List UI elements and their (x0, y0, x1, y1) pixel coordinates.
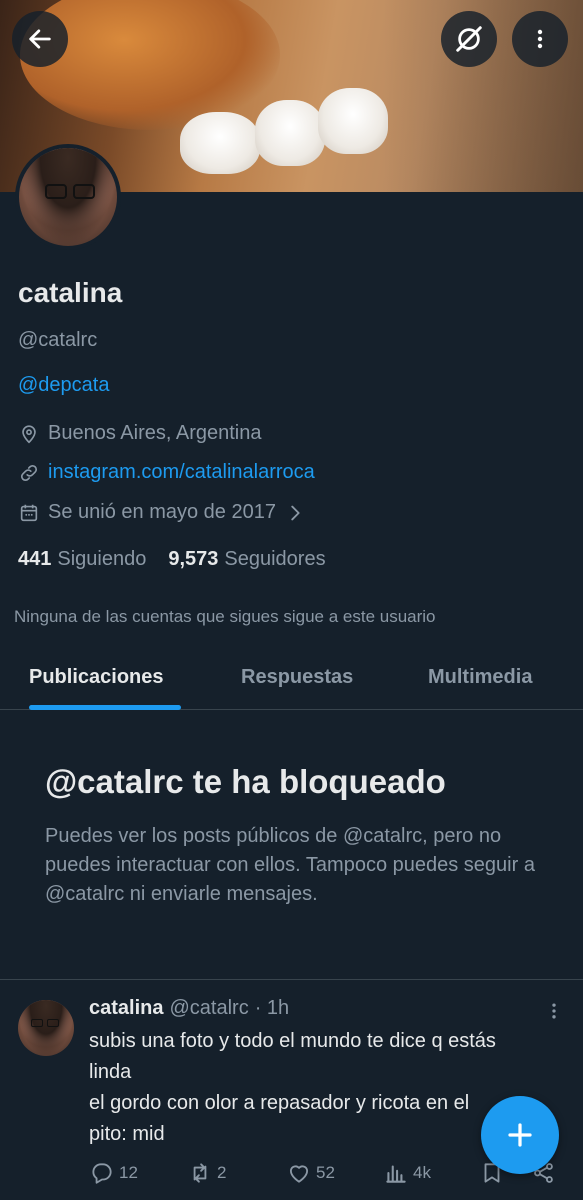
grok-button[interactable] (441, 11, 497, 67)
banner-cat-paw (255, 100, 325, 166)
followers-stat[interactable]: 9,573 Seguidores (168, 548, 325, 571)
post-author-name[interactable]: catalina (89, 997, 163, 1020)
repost-button[interactable]: 2 (187, 1160, 226, 1186)
followers-label: Seguidores (224, 548, 326, 570)
banner-cat-paw (318, 88, 388, 154)
post-more-button[interactable] (544, 1000, 564, 1027)
profile-handle: @catalrc (18, 329, 98, 351)
repost-icon (193, 1163, 207, 1183)
more-options-button[interactable] (512, 11, 568, 67)
reply-button[interactable]: 12 (89, 1160, 138, 1186)
views-button[interactable]: 4k (383, 1160, 431, 1186)
blocked-message: Puedes ver los posts públicos de @catalr… (45, 825, 535, 905)
following-label: Siguiendo (57, 548, 147, 570)
tab-multimedia[interactable]: Multimedia (428, 666, 532, 689)
reply-count: 12 (119, 1163, 138, 1182)
profile-name: catalina (18, 277, 123, 308)
profile-location: Buenos Aires, Argentina (18, 422, 261, 445)
profile-joined[interactable]: Se unió en mayo de 2017 (18, 501, 314, 524)
slash-circle-icon (456, 26, 482, 52)
vertical-dots-icon (552, 1003, 556, 1019)
reply-bubble-icon (92, 1163, 112, 1184)
follow-stats: 441 Siguiendo 9,573 Seguidores (18, 548, 326, 571)
back-button[interactable] (12, 11, 68, 67)
followers-count: 9,573 (168, 548, 219, 570)
like-count: 52 (316, 1163, 335, 1182)
website-link[interactable]: instagram.com/catalinalarroca (48, 461, 315, 484)
avatar-glasses (45, 184, 99, 200)
post-text-line: subis una foto y todo el mundo te dice q… (89, 1030, 496, 1052)
post-time: · 1h (254, 997, 290, 1019)
vertical-dots-icon (537, 29, 543, 49)
tab-publicaciones[interactable]: Publicaciones (29, 666, 164, 689)
heart-icon (289, 1165, 309, 1183)
bio-mention-link[interactable]: @depcata (18, 374, 109, 397)
banner-cat-paw (180, 112, 260, 174)
location-text: Buenos Aires, Argentina (48, 422, 262, 444)
like-button[interactable]: 52 (286, 1160, 335, 1186)
blocked-title: @catalrc te ha bloqueado (45, 763, 446, 800)
profile-website[interactable]: instagram.com/catalinalarroca (18, 461, 315, 484)
post-text-line: linda (89, 1061, 132, 1083)
plus-icon (508, 1123, 532, 1147)
tab-respuestas[interactable]: Respuestas (241, 666, 353, 689)
joined-text: Se unió en mayo de 2017 (48, 501, 276, 523)
post-avatar-hair (18, 1000, 74, 1056)
calendar-icon (20, 504, 38, 521)
post-header: catalina @catalrc · 1h (89, 997, 289, 1020)
post-avatar-glasses (31, 1019, 61, 1028)
following-count: 441 (18, 548, 52, 570)
post-avatar[interactable] (18, 1000, 74, 1056)
followed-by-note: Ninguna de las cuentas que sigues sigue … (14, 607, 436, 626)
profile-tabs: Publicaciones Respuestas Multimedia (0, 650, 583, 710)
active-tab-indicator (29, 705, 181, 710)
views-count: 4k (413, 1163, 431, 1182)
post-author-handle[interactable]: @catalrc (169, 997, 248, 1020)
divider (0, 979, 583, 980)
compose-post-button[interactable] (481, 1096, 559, 1174)
following-stat[interactable]: 441 Siguiendo (18, 548, 146, 571)
repost-count: 2 (217, 1163, 227, 1182)
location-pin-icon (22, 424, 36, 443)
profile-avatar[interactable] (15, 144, 121, 250)
chevron-right-icon (291, 505, 300, 520)
link-icon (20, 464, 38, 481)
arrow-left-icon (29, 29, 51, 49)
bar-chart-icon (386, 1165, 406, 1183)
